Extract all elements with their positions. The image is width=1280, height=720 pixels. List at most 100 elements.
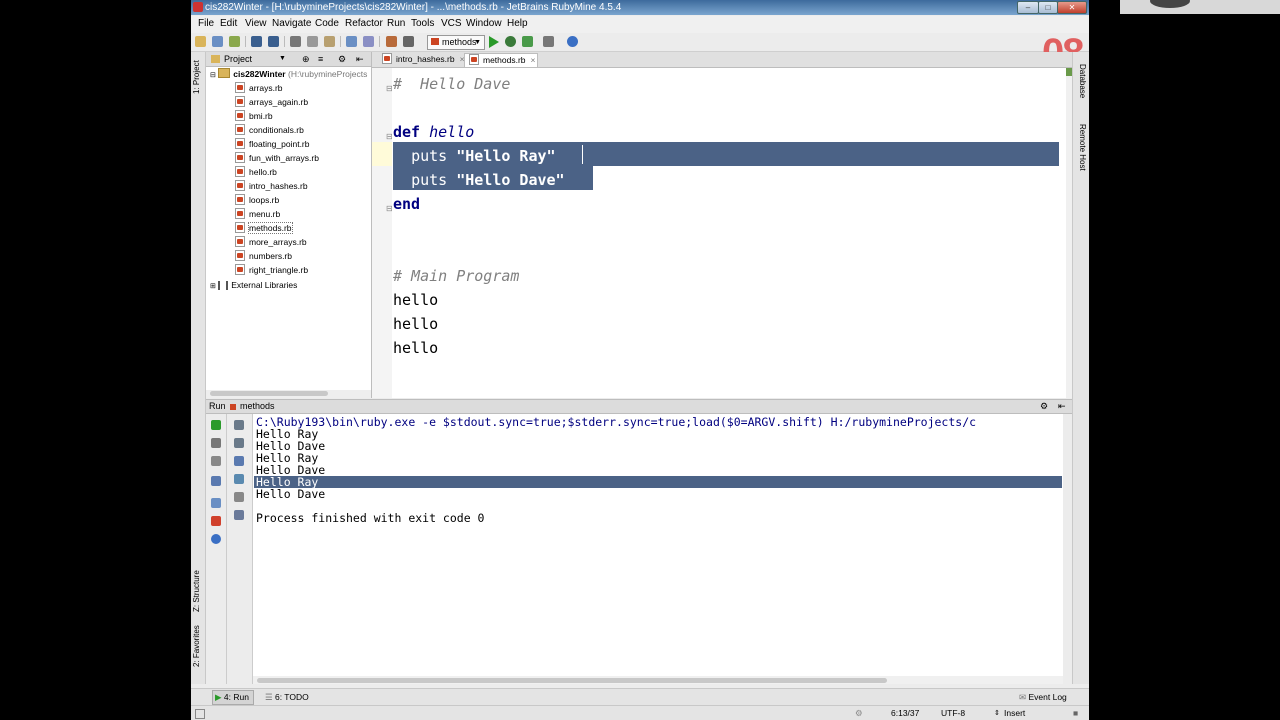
run-console[interactable]: C:\Ruby193\bin\ruby.exe -e $stdout.sync=… — [253, 414, 1063, 676]
todo-tool-button[interactable]: ☰ 6: TODO — [265, 689, 309, 705]
tree-file-item[interactable]: arrays.rb — [235, 82, 283, 94]
project-tool-tab[interactable]: 1: Project — [192, 60, 201, 94]
tree-file-item[interactable]: numbers.rb — [235, 250, 292, 262]
chevron-down-icon[interactable]: ▼ — [279, 52, 286, 66]
debug-icon[interactable] — [505, 36, 516, 47]
menu-vcs[interactable]: VCS — [441, 18, 462, 29]
settings-icon[interactable] — [543, 36, 554, 47]
menu-code[interactable]: Code — [315, 18, 339, 29]
tree-file-item-selected[interactable]: methods.rb — [235, 222, 293, 234]
tree-file-item[interactable]: conditionals.rb — [235, 124, 304, 136]
tree-file-item[interactable]: arrays_again.rb — [235, 96, 308, 108]
fold-icon[interactable]: ⊟ — [386, 84, 393, 93]
editor-vscroll[interactable] — [1066, 68, 1072, 398]
tree-external-libraries[interactable]: ⊞ External Libraries — [210, 279, 297, 291]
run-toolbar-secondary — [227, 414, 253, 684]
console-hscroll[interactable] — [253, 676, 1063, 684]
database-tool-tab[interactable]: Database — [1078, 64, 1087, 98]
menu-file[interactable]: File — [198, 18, 214, 29]
project-view-select[interactable]: Project — [224, 52, 252, 66]
toggle-tool-windows-icon[interactable] — [195, 709, 205, 719]
code-editor[interactable]: ⊟ ⊟ ⊟ # Hello Dave def hello puts "Hello… — [372, 68, 1072, 398]
menu-help[interactable]: Help — [507, 18, 528, 29]
replace-icon[interactable] — [363, 36, 374, 47]
close-tab-icon[interactable]: × — [531, 55, 536, 65]
print-icon[interactable] — [234, 492, 244, 502]
soft-wrap-icon[interactable] — [234, 456, 244, 466]
collapse-all-icon[interactable]: ≡ — [318, 52, 323, 66]
tree-file-item[interactable]: loops.rb — [235, 194, 279, 206]
fold-icon[interactable]: ⊟ — [386, 132, 393, 141]
tree-file-item[interactable]: menu.rb — [235, 208, 280, 220]
menu-edit[interactable]: Edit — [220, 18, 237, 29]
tree-file-item[interactable]: more_arrays.rb — [235, 236, 307, 248]
menu-refactor[interactable]: Refactor — [345, 18, 383, 29]
favorites-tool-tab[interactable]: 2: Favorites — [192, 625, 201, 667]
hide-panel-icon[interactable]: ⇤ — [1058, 400, 1066, 413]
tree-file-item[interactable]: intro_hashes.rb — [235, 180, 308, 192]
fold-icon[interactable]: ⊟ — [386, 204, 393, 213]
scroll-thumb[interactable] — [210, 391, 328, 396]
undo-icon[interactable] — [251, 36, 262, 47]
dump-threads-icon[interactable] — [211, 476, 221, 486]
cut-icon[interactable] — [290, 36, 301, 47]
tree-file-item[interactable]: floating_point.rb — [235, 138, 310, 150]
gear-icon[interactable]: ⚙ — [1040, 400, 1048, 413]
gear-icon[interactable]: ⚙ — [338, 52, 346, 66]
find-icon[interactable] — [346, 36, 357, 47]
menu-view[interactable]: View — [245, 18, 267, 29]
gear-icon[interactable]: ⚙ — [855, 706, 863, 720]
rerun-icon[interactable] — [211, 420, 221, 430]
menu-window[interactable]: Window — [466, 18, 502, 29]
open-folder-icon[interactable] — [195, 36, 206, 47]
menu-navigate[interactable]: Navigate — [272, 18, 311, 29]
structure-tool-tab[interactable]: Z: Structure — [192, 570, 201, 612]
run-icon[interactable] — [489, 36, 499, 48]
tree-file-item[interactable]: bmi.rb — [235, 110, 273, 122]
menu-tools[interactable]: Tools — [411, 18, 434, 29]
stop-icon[interactable] — [211, 438, 221, 448]
inspection-status-icon[interactable] — [1066, 68, 1072, 76]
run-config-select[interactable]: methods ▼ — [427, 35, 485, 50]
maximize-button[interactable]: □ — [1038, 1, 1058, 14]
up-arrow-icon[interactable] — [234, 420, 244, 430]
event-log-button[interactable]: ✉ Event Log — [1019, 689, 1067, 705]
scroll-thumb[interactable] — [257, 678, 887, 683]
menu-run[interactable]: Run — [387, 18, 405, 29]
down-arrow-icon[interactable] — [234, 438, 244, 448]
tab-methods[interactable]: methods.rb × — [464, 53, 538, 67]
insert-mode[interactable]: Insert — [1004, 706, 1025, 720]
redo-icon[interactable] — [268, 36, 279, 47]
ruby-file-icon — [235, 82, 245, 93]
tree-file-item[interactable]: hello.rb — [235, 166, 277, 178]
tree-file-item[interactable]: fun_with_arrays.rb — [235, 152, 319, 164]
save-icon[interactable] — [212, 36, 223, 47]
tree-root[interactable]: ⊟ cis282Winter (H:\rubymineProjects — [210, 68, 367, 80]
tab-intro-hashes[interactable]: intro_hashes.rb × — [378, 53, 465, 66]
sync-icon[interactable] — [229, 36, 240, 47]
remote-host-tool-tab[interactable]: Remote Host — [1078, 124, 1087, 171]
caret-position[interactable]: 6:13/37 — [891, 706, 919, 720]
help-icon[interactable] — [211, 534, 221, 544]
scroll-to-end-icon[interactable] — [234, 474, 244, 484]
pin-tab-icon[interactable] — [211, 498, 221, 508]
clear-all-icon[interactable] — [234, 510, 244, 520]
help-icon[interactable] — [567, 36, 578, 47]
coverage-icon[interactable] — [522, 36, 533, 47]
hide-panel-icon[interactable]: ⇤ — [356, 52, 364, 66]
project-hscroll[interactable] — [206, 390, 371, 398]
file-encoding[interactable]: UTF-8 — [941, 706, 965, 720]
run-config-tab[interactable]: methods — [240, 400, 275, 413]
run-tool-button[interactable]: ▶ 4: Run — [212, 690, 254, 705]
pause-icon[interactable] — [211, 456, 221, 466]
paste-icon[interactable] — [324, 36, 335, 47]
copy-icon[interactable] — [307, 36, 318, 47]
tree-file-item[interactable]: right_triangle.rb — [235, 264, 308, 276]
back-icon[interactable] — [386, 36, 397, 47]
minimize-button[interactable]: – — [1017, 1, 1039, 14]
scroll-from-source-icon[interactable]: ⊕ — [302, 52, 310, 66]
close-button[interactable]: ✕ — [1057, 1, 1087, 14]
close-run-icon[interactable] — [211, 516, 221, 526]
lock-icon[interactable]: ■ — [1073, 706, 1078, 720]
forward-icon[interactable] — [403, 36, 414, 47]
